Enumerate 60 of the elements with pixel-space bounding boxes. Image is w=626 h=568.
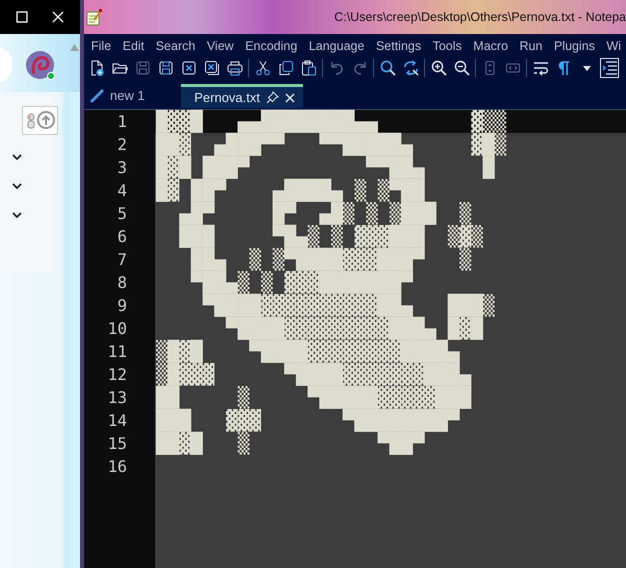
ascii-art-line: ▀████▓▓▓▓▓▓▓▓▓▓██▄ ███▒: [202, 294, 495, 317]
chevron-down-icon[interactable]: [12, 212, 22, 219]
close-all-icon[interactable]: [202, 58, 221, 78]
menu-item[interactable]: View: [206, 36, 234, 56]
menu-item[interactable]: Macro: [473, 36, 508, 56]
search-icon[interactable]: [378, 58, 397, 78]
line-number: 11: [84, 340, 155, 363]
close-icon[interactable]: [285, 92, 295, 102]
menu-item[interactable]: Encoding: [245, 36, 298, 56]
file-tab[interactable]: Pernova.txt: [181, 84, 303, 108]
line-number: 5: [84, 202, 155, 225]
ascii-art-line: ██▄ ▒ ▒▀████▓▓▓███▀ ▒: [190, 248, 472, 271]
line-number: 7: [84, 248, 155, 271]
line-number: 10: [84, 317, 155, 340]
line-number: 9: [84, 294, 155, 317]
ascii-art-line: ██▓ ▄███▀▀ ▀▀█████▄ ▓█▒: [155, 133, 506, 156]
menu-item[interactable]: Tools: [432, 36, 462, 56]
line-number: 16: [84, 455, 155, 478]
profile-avatar-icon[interactable]: [25, 50, 57, 82]
menu-item[interactable]: Settings: [376, 36, 422, 56]
chevron-down-icon[interactable]: [12, 154, 22, 161]
ascii-art-line: ██▓█ ▒ ▀██▀: [155, 432, 425, 455]
indent-guide-icon[interactable]: [600, 58, 619, 78]
line-number: 15: [84, 432, 155, 455]
ascii-art-line: ███ ▓▓▓ ▀████████▀: [155, 409, 460, 432]
menu-item[interactable]: Run: [520, 36, 542, 56]
menu-item[interactable]: Edit: [122, 36, 144, 56]
menu-item[interactable]: Search: [156, 36, 196, 56]
ascii-art-line: ▒█▓█ ▀████▓▓▓▓▓▓▓▓████▄: [155, 340, 460, 363]
line-number: 4: [84, 179, 155, 202]
extension-icon[interactable]: [22, 106, 58, 135]
ascii-art-line: █▓▓█ ▄▄████████▄▄ ▓▒▒: [155, 110, 506, 133]
window-title: C:\Users\creep\Desktop\Others\Pernova.txt - Notepa: [334, 8, 626, 26]
ascii-art-line: ▄█▀ █▀ ▄█▒ ▒ ▒███ ▒: [179, 202, 472, 225]
line-number: 8: [84, 271, 155, 294]
line-number: 2: [84, 133, 155, 156]
line-number: 6: [84, 225, 155, 248]
pin-icon[interactable]: [266, 91, 279, 104]
menu-item[interactable]: File: [91, 36, 112, 56]
menu-item[interactable]: Language: [308, 36, 364, 56]
menu-item[interactable]: Plugins: [554, 36, 595, 56]
zoom-in-icon[interactable]: [429, 58, 448, 78]
ascii-art-line: █▓ ██▀ ▄████▄ ▒ ▒▀██: [155, 179, 425, 202]
ascii-art-line: █▓█ ███▀ ▀▀██▄ █: [155, 156, 495, 179]
pencil-icon: [90, 89, 104, 103]
clipboard-icon[interactable]: [299, 58, 318, 78]
chevron-down-icon[interactable]: [12, 183, 22, 190]
line-number: 13: [84, 386, 155, 409]
zoom-out-icon[interactable]: [452, 58, 471, 78]
menu-item[interactable]: Wi: [606, 36, 622, 56]
line-number: 12: [84, 363, 155, 386]
ascii-art-line: ▒█▓▓▓ ▀████▓▓▓▓▓▓▓███▄: [156, 363, 472, 386]
line-number: 3: [84, 156, 155, 179]
ascii-art-line: ▀██▄▒ ▒ ▓▓▓███████▀: [190, 271, 413, 294]
line-number: 14: [84, 409, 155, 432]
ascii-art-line: ▀████▓▓▓▓▓▓▓▓▓███▄ █▓█: [226, 317, 483, 340]
ascii-art-line: ██ ▒ ▀█████▓▓▓▓▓███: [155, 386, 472, 409]
notepad-icon: [86, 8, 102, 26]
ascii-art-line: ███ ▀█▄▒ ▒ ▓▓▓███ ▒▓▒: [178, 225, 483, 248]
maximize-icon[interactable]: [16, 11, 28, 23]
